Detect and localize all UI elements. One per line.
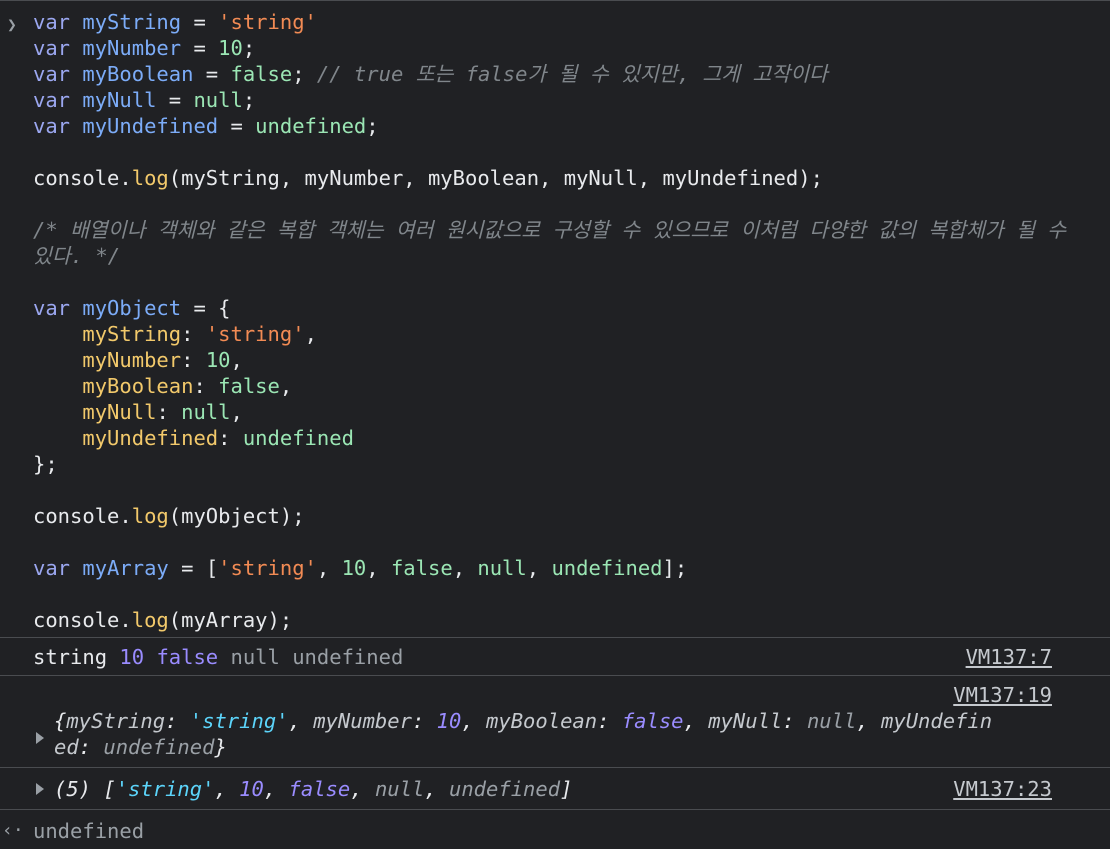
code-line: };	[33, 452, 58, 476]
log-value: null	[230, 645, 280, 669]
console-message-array[interactable]: (5) ['string', 10, false, null, undefine…	[0, 767, 1110, 809]
code-line: myUndefined: undefined	[82, 426, 354, 450]
log-value: 10	[119, 645, 145, 669]
code-line: console.log(myObject);	[33, 504, 305, 528]
code-editor[interactable]: var myString = 'string' var myNumber = 1…	[0, 9, 1110, 633]
code-line: myNumber: 10,	[82, 348, 243, 372]
code-line: var myObject = {	[33, 296, 231, 320]
return-arrow-icon: ‹·	[2, 820, 24, 841]
object-preview[interactable]: {myString: 'string', myNumber: 10, myBoo…	[54, 708, 1080, 760]
log-value: false	[156, 645, 219, 669]
return-value: undefined	[33, 819, 145, 843]
code-line: var myString = 'string'	[33, 10, 317, 34]
source-link[interactable]: VM137:23	[953, 776, 1052, 802]
console-message-log: string 10 false null undefined VM137:7	[0, 637, 1110, 675]
code-line: console.log(myString, myNumber, myBoolea…	[33, 166, 823, 190]
code-line: myBoolean: false,	[82, 374, 293, 398]
triangle-right-icon[interactable]	[36, 783, 44, 795]
source-link[interactable]: VM137:7	[966, 644, 1052, 670]
code-line: var myArray = ['string', 10, false, null…	[33, 556, 688, 580]
code-line: var myBoolean = false; // true 또는 false가…	[33, 62, 828, 86]
code-line: var myUndefined = undefined;	[33, 114, 379, 138]
code-line: myString: 'string',	[82, 322, 317, 346]
chevron-right-icon: ❯	[7, 15, 17, 34]
code-line: var myNull = null;	[33, 88, 256, 112]
triangle-right-icon[interactable]	[36, 732, 44, 744]
console-message-object[interactable]: VM137:19 {myString: 'string', myNumber: …	[0, 675, 1110, 767]
code-line: console.log(myArray);	[33, 608, 293, 632]
code-line: var myNumber = 10;	[33, 36, 256, 60]
log-value: undefined	[292, 645, 404, 669]
console-input[interactable]: ❯ var myString = 'string' var myNumber =…	[0, 1, 1110, 637]
array-preview[interactable]: (5) ['string', 10, false, null, undefine…	[54, 777, 572, 801]
code-line: myNull: null,	[82, 400, 243, 424]
devtools-console: ❯ var myString = 'string' var myNumber =…	[0, 0, 1110, 843]
code-line: /* 배열이나 객체와 같은 복합 객체는 여러 원시값으로 구성할 수 있으므…	[33, 218, 1079, 268]
source-link[interactable]: VM137:19	[953, 682, 1052, 708]
console-return-value: ‹· undefined	[0, 809, 1110, 849]
log-value: string	[33, 645, 108, 669]
